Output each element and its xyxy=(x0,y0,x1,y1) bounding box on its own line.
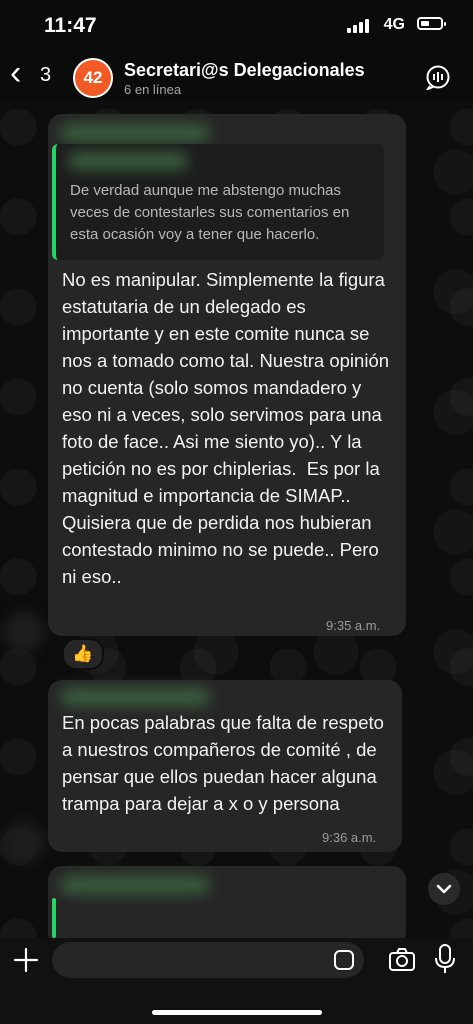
plus-icon[interactable] xyxy=(12,946,40,974)
mic-icon[interactable] xyxy=(434,944,456,974)
quoted-text: De verdad aunque me abstengo muchas vece… xyxy=(70,182,350,243)
network-label: 4G xyxy=(383,16,405,33)
chevron-down-icon xyxy=(436,884,452,894)
message-text: En pocas palabras que falta de respeto a… xyxy=(62,712,390,814)
status-time: 11:47 xyxy=(44,14,97,37)
chat-header: ‹ 3 42 Secretari@s Delegacionales 6 en l… xyxy=(0,52,473,102)
avatar-text: 42 xyxy=(83,68,103,87)
sender-name-blurred xyxy=(60,876,210,894)
group-title[interactable]: Secretari@s Delegacionales xyxy=(124,60,365,81)
quoted-sender-blurred xyxy=(68,152,188,170)
home-indicator xyxy=(152,1010,322,1015)
sender-avatar-blurred xyxy=(4,822,44,862)
scroll-down-button[interactable] xyxy=(428,873,460,905)
message-text: No es manipular. Simplemente la figura e… xyxy=(62,269,395,587)
message-time: 9:36 a.m. xyxy=(322,830,377,845)
sender-avatar-blurred xyxy=(4,612,44,652)
sticker-icon[interactable] xyxy=(334,950,354,970)
back-icon[interactable]: ‹ xyxy=(10,56,21,90)
signal-icon xyxy=(347,19,369,33)
quoted-message[interactable]: De verdad aunque me abstengo muchas vece… xyxy=(52,144,384,260)
group-subtitle: 6 en línea xyxy=(124,82,182,97)
group-avatar[interactable]: 42 xyxy=(73,58,113,98)
message-input[interactable] xyxy=(52,942,364,978)
sender-name-blurred xyxy=(60,688,210,706)
input-bar xyxy=(0,938,473,1024)
sender-name-blurred xyxy=(60,124,210,142)
message-time: 9:35 a.m. xyxy=(326,618,381,633)
thumbs-up-icon[interactable]: 👍 xyxy=(62,638,104,670)
unread-count[interactable]: 3 xyxy=(40,64,51,87)
call-add-icon[interactable] xyxy=(425,64,451,90)
camera-icon[interactable] xyxy=(388,946,416,974)
battery-icon xyxy=(417,17,446,30)
quote-bar xyxy=(52,898,56,938)
status-bar: 11:47 4G xyxy=(0,0,473,52)
